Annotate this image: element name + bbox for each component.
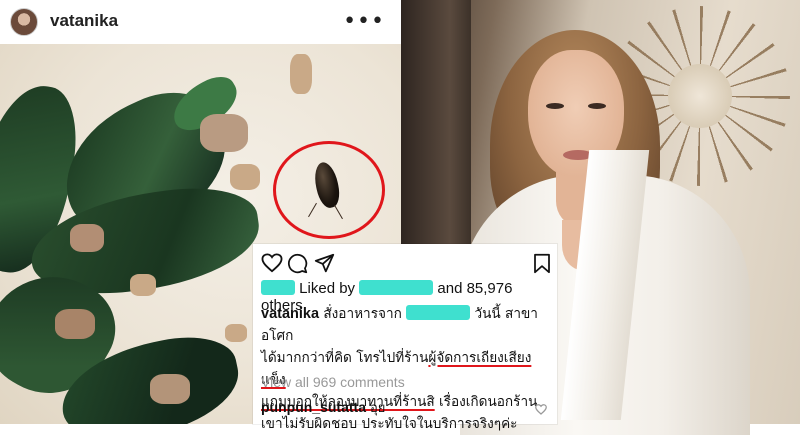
eye [546,103,564,109]
redacted-username [359,280,434,295]
more-icon[interactable]: ••• [343,9,385,34]
minced-pork [70,224,104,252]
bookmark-icon[interactable] [533,253,551,278]
comment-text: อุย [370,401,386,416]
comment-icon[interactable] [287,253,308,278]
minced-pork [230,164,260,190]
comment-row: punpun_sutatta อุย [261,397,551,417]
comment-username[interactable]: punpun_sutatta [261,399,366,415]
redacted-restaurant [406,305,471,320]
heart-icon[interactable] [261,253,283,277]
redacted-avatar [261,280,295,295]
minced-pork [130,274,156,296]
avatar[interactable] [10,8,38,36]
post-header: vatanika ••• [0,0,401,45]
highlight-circle [273,141,385,239]
liked-by-label: Liked by [299,280,356,297]
eye [588,103,606,109]
action-bar [261,253,551,275]
caption-text: ได้มากกว่าที่คิด โทรไปที่ร้าน [261,350,429,366]
caption-text: เขาไม่รับผิดชอบ ประทับใจในบริการจริงๆค่ะ [261,416,518,432]
minced-pork [200,114,248,152]
wall-sculpture-center [668,64,732,128]
view-all-comments-link[interactable]: View all 969 comments [261,374,405,390]
likes-line: Liked by and 85,976 others [261,280,551,314]
minced-pork [225,324,247,342]
caption-text: สั่งอาหารจาก [319,306,407,322]
minced-pork [150,374,190,404]
minced-pork [55,309,95,339]
caption-username[interactable]: vatanika [261,306,319,322]
minced-pork [290,54,312,94]
comment-like-icon[interactable] [535,400,547,419]
comment-card: Liked by and 85,976 others vatanika สั่ง… [253,244,557,432]
post-username[interactable]: vatanika [50,11,118,31]
share-icon[interactable] [314,253,335,278]
